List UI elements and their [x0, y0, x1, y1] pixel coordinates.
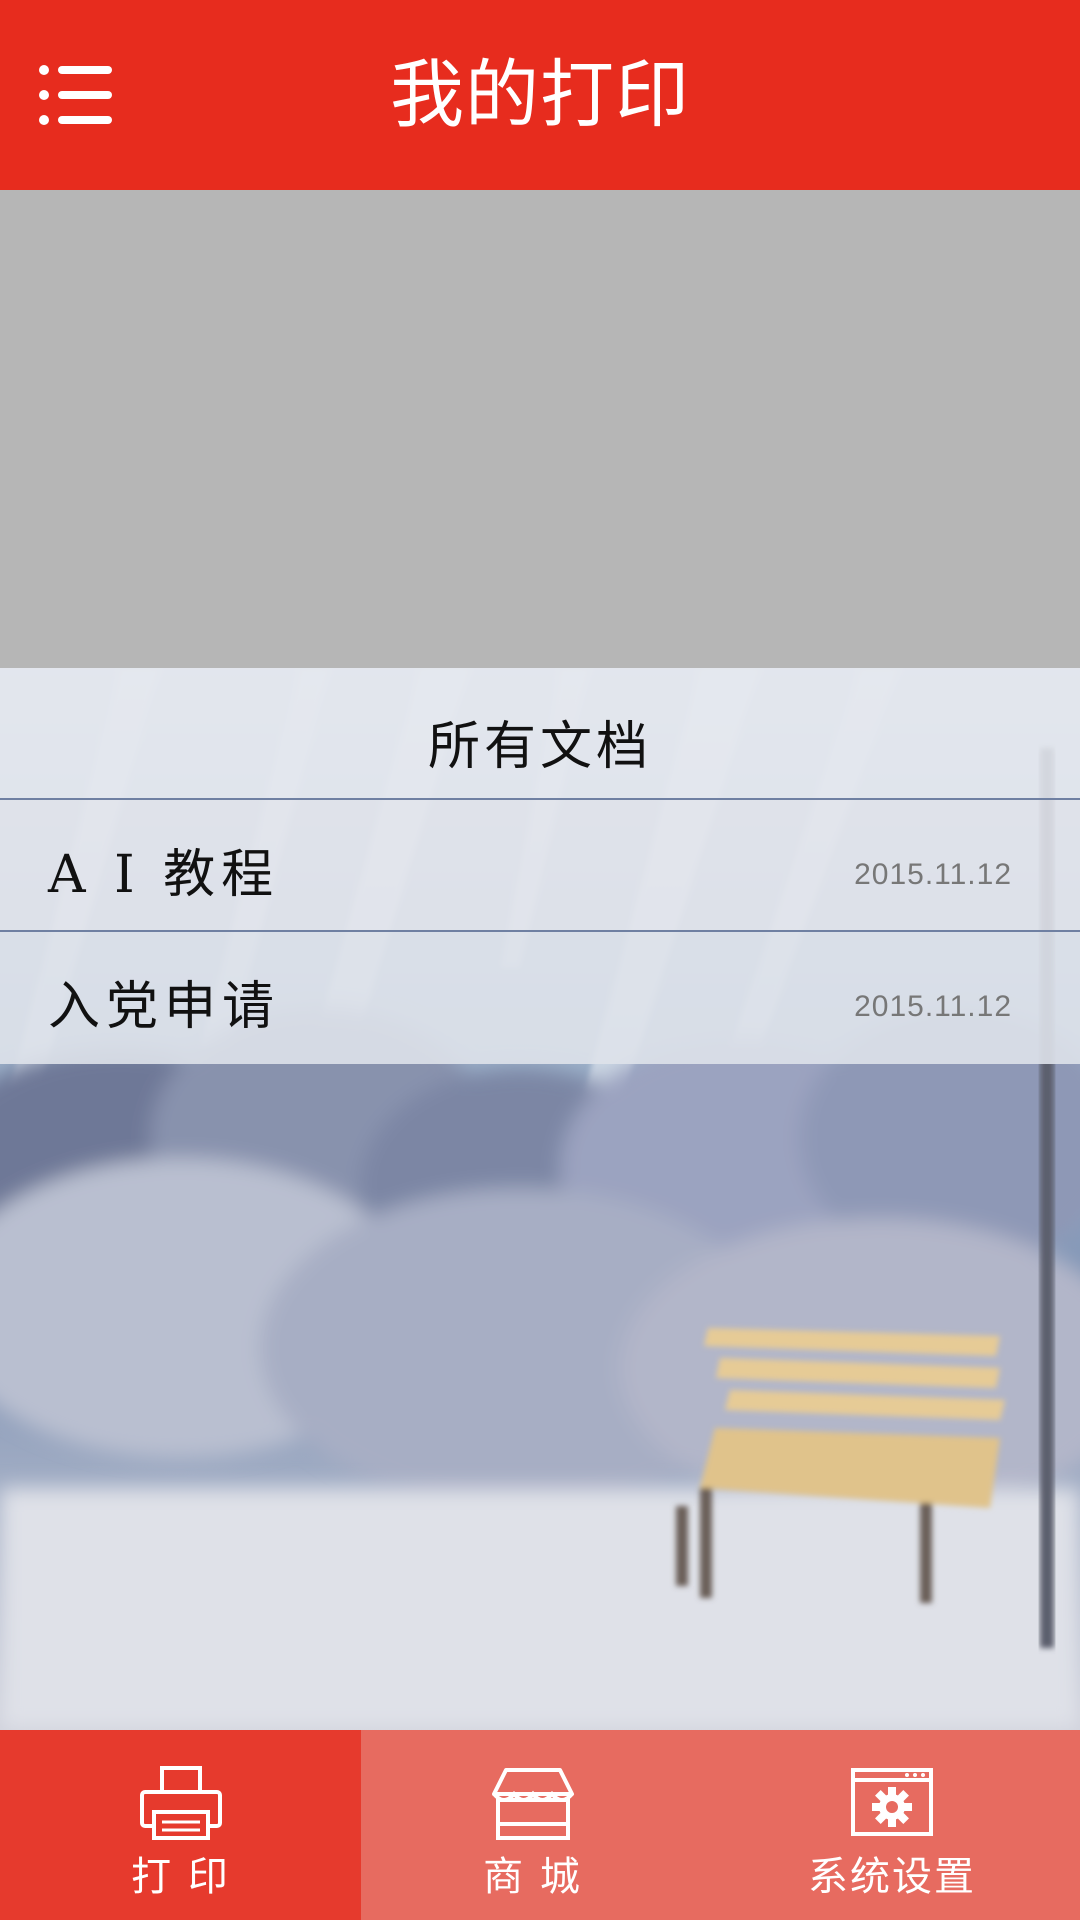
- nav-label-store: 商 城: [483, 1854, 582, 1900]
- page-title: 我的打印: [390, 52, 690, 138]
- document-item[interactable]: 入党申请 2015.11.12: [0, 932, 1080, 1064]
- nav-tab-store[interactable]: 商 城: [361, 1730, 704, 1920]
- banner-area: [0, 190, 1080, 668]
- document-list: 所有文档 A I 教程 2015.11.12 入党申请 2015.11.12: [0, 668, 1080, 1066]
- nav-tab-settings[interactable]: 系统设置: [704, 1730, 1080, 1920]
- nav-label-settings: 系统设置: [808, 1854, 976, 1900]
- printer-icon: [139, 1766, 222, 1840]
- nav-tab-print[interactable]: 打 印: [0, 1730, 361, 1920]
- settings-window-icon: [851, 1768, 933, 1836]
- bottom-navigation: 打 印 商 城 系统设置: [0, 1730, 1080, 1920]
- document-name: 入党申请: [48, 977, 281, 1037]
- document-item[interactable]: A I 教程 2015.11.12: [0, 800, 1080, 932]
- top-app-bar: 我的打印: [0, 0, 1080, 190]
- section-title: 所有文档: [427, 717, 652, 777]
- document-list-header: 所有文档: [0, 668, 1080, 800]
- store-icon: [491, 1768, 574, 1840]
- document-name: A I 教程: [48, 845, 280, 905]
- nav-label-print: 打 印: [131, 1854, 230, 1900]
- document-date: 2015.11.12: [854, 858, 1012, 891]
- document-date: 2015.11.12: [854, 990, 1012, 1023]
- app-screen: 我的打印 所有文档 A I 教程 2015.11.12 入党申请 2015.11…: [0, 0, 1080, 1920]
